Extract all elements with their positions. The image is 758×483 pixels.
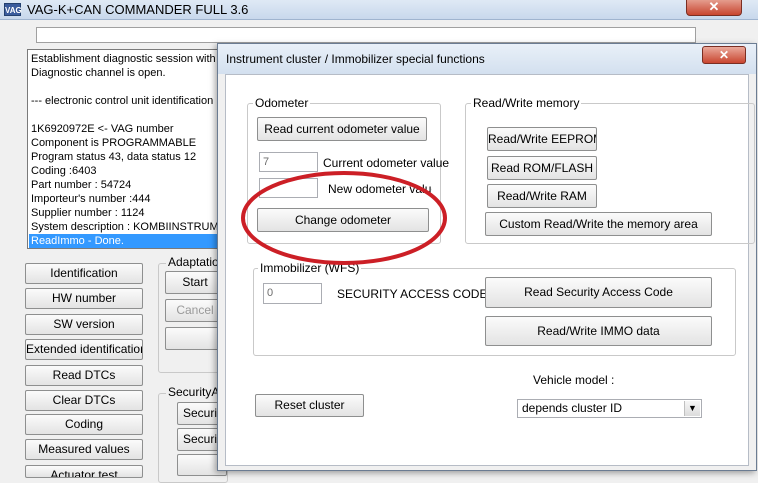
vehicle-model-select[interactable]: depends cluster ID ▼ [517, 399, 702, 418]
dialog-title: Instrument cluster / Immobilizer special… [226, 52, 485, 66]
change-odometer-button[interactable]: Change odometer [257, 208, 429, 232]
immobilizer-group-label: Immobilizer (WFS) [258, 261, 362, 275]
current-odometer-label: Current odometer value [323, 156, 450, 170]
vehicle-model-selected: depends cluster ID [522, 401, 623, 415]
side-button-actuator-test[interactable]: Actuator test [25, 465, 143, 478]
read-write-ram-button[interactable]: Read/Write RAM [487, 184, 597, 208]
current-odometer-field[interactable]: 7 [259, 152, 318, 172]
side-button-sw-version[interactable]: SW version [25, 314, 143, 335]
side-button-coding[interactable]: Coding [25, 414, 143, 435]
log-line[interactable]: 1K6920972E <- VAG number [31, 122, 174, 136]
log-line[interactable]: Program status 43, data status 12 [31, 150, 196, 164]
log-line[interactable]: Importeur's number :444 [31, 192, 151, 206]
read-write-immo-button[interactable]: Read/Write IMMO data [485, 316, 712, 346]
vehicle-model-label: Vehicle model : [533, 373, 615, 387]
memory-group-label: Read/Write memory [471, 96, 582, 110]
adaptation-cancel-button[interactable]: Cancel [165, 299, 225, 322]
log-line[interactable]: Establishment diagnostic session with [31, 52, 216, 66]
app-icon: VAG [4, 3, 22, 16]
main-window-title: VAG-K+CAN COMMANDER FULL 3.6 [27, 2, 249, 17]
security-code-field[interactable]: 0 [263, 283, 322, 304]
dialog-close-button[interactable]: ✕ [702, 46, 746, 64]
side-button-read-dtcs[interactable]: Read DTCs [25, 365, 143, 386]
log-line[interactable]: Component is PROGRAMMABLE [31, 136, 196, 150]
adaptation-start-button[interactable]: Start [165, 271, 225, 294]
new-odometer-label: New odometer value [328, 182, 432, 196]
read-odometer-button[interactable]: Read current odometer value [257, 117, 427, 141]
custom-memory-button[interactable]: Custom Read/Write the memory area [485, 212, 712, 236]
side-button-extended-identification[interactable]: Extended identification [25, 339, 143, 360]
log-line[interactable]: Supplier number : 1124 [31, 206, 145, 220]
new-odometer-field[interactable] [259, 178, 318, 198]
main-close-button[interactable]: ✕ [686, 0, 742, 16]
log-line[interactable]: Part number : 54724 [31, 178, 131, 192]
dialog-body: Odometer Read current odometer value 7 C… [225, 74, 755, 466]
security-code-label: SECURITY ACCESS CODE [337, 287, 488, 301]
adaptation-extra-button[interactable] [165, 327, 225, 350]
chevron-down-icon[interactable]: ▼ [684, 401, 700, 416]
read-rom-flash-button[interactable]: Read ROM/FLASH [487, 156, 597, 180]
log-line[interactable]: Diagnostic channel is open. [31, 66, 166, 80]
log-line[interactable]: --- electronic control unit identificati… [31, 94, 213, 108]
side-button-measured-values[interactable]: Measured values [25, 439, 143, 460]
read-security-code-button[interactable]: Read Security Access Code [485, 277, 712, 308]
odometer-group-label: Odometer [253, 96, 311, 110]
side-button-identification[interactable]: Identification [25, 263, 143, 284]
read-write-eeprom-button[interactable]: Read/Write EEPROM [487, 127, 597, 151]
reset-cluster-button[interactable]: Reset cluster [255, 394, 364, 417]
side-button-clear-dtcs[interactable]: Clear DTCs [25, 390, 143, 411]
log-line[interactable]: ReadImmo - Done. [29, 234, 226, 248]
special-functions-dialog: Instrument cluster / Immobilizer special… [217, 43, 757, 471]
side-button-hw-number[interactable]: HW number [25, 288, 143, 309]
log-line[interactable]: Coding :6403 [31, 164, 96, 178]
log-line[interactable]: System description : KOMBIINSTRUMENT [31, 220, 226, 234]
progress-bar [36, 27, 696, 43]
log-list[interactable]: Establishment diagnostic session with Dia… [27, 49, 227, 249]
